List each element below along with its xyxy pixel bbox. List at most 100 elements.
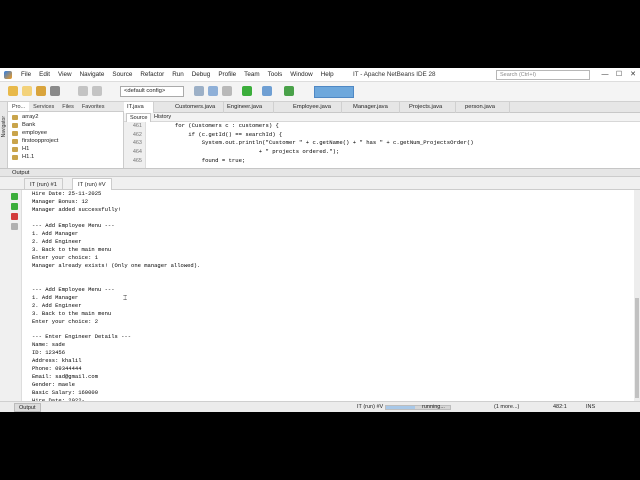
menu-window[interactable]: Window (286, 68, 316, 82)
settings-icon[interactable] (11, 223, 18, 230)
menu-source[interactable]: Source (108, 68, 136, 82)
output-tabs: IT (run) #1 IT (run) #V (0, 177, 640, 190)
new-project-icon[interactable] (8, 86, 18, 96)
tree-item[interactable]: Bank (12, 121, 58, 129)
output-line: 3. Back to the main menu (32, 309, 112, 317)
menu-refactor[interactable]: Refactor (136, 68, 168, 82)
output-line: Manager added successfully! (32, 205, 122, 213)
tab-manager-java[interactable]: Manager.java (350, 102, 400, 113)
navigator-label[interactable]: Navigator (1, 116, 7, 137)
minimize-button[interactable]: — (598, 68, 612, 82)
output-line: Hire Date: 25-11-2025 (32, 190, 102, 197)
scrollbar-thumb[interactable] (635, 298, 639, 398)
output-line: --- Add Employee Menu --- (32, 285, 115, 293)
tab-employee-java[interactable]: Employee.java (290, 102, 342, 113)
tab-it-run-1[interactable]: IT (run) #1 (24, 178, 63, 190)
tab-services[interactable]: Services (29, 102, 58, 111)
output-line: 1. Add Manager (32, 229, 79, 237)
run-icon[interactable] (242, 86, 252, 96)
close-button[interactable]: ✕ (626, 68, 640, 82)
clean-build-icon[interactable] (208, 86, 218, 96)
progress-fill (386, 406, 415, 409)
code-line[interactable]: System.out.println("Customer " + c.getNa… (148, 139, 474, 148)
tab-customers-java[interactable]: Customers.java (172, 102, 224, 113)
menu-view[interactable]: View (54, 68, 76, 82)
build-icon[interactable] (194, 86, 204, 96)
output-line: --- Add Employee Menu --- (32, 221, 115, 229)
stop-icon[interactable] (11, 213, 18, 220)
output-line: --- Enter Engineer Details --- (32, 333, 132, 341)
project-icon (12, 114, 18, 120)
tree-item[interactable]: employee (12, 129, 58, 137)
rerun-different-icon[interactable] (11, 203, 18, 210)
rerun-icon[interactable] (11, 193, 18, 200)
navigator-strip[interactable]: Navigator (0, 102, 8, 168)
config-select[interactable]: <default config> (120, 86, 184, 97)
tab-it-java[interactable]: IT.java (124, 102, 154, 113)
insert-mode: INS (586, 404, 596, 410)
projects-panel: Navigator Pro... Services Files Favorite… (0, 102, 124, 168)
save-all-icon[interactable] (50, 86, 60, 96)
open-project-icon[interactable] (36, 86, 46, 96)
menu-tools[interactable]: Tools (264, 68, 287, 82)
output-status-tab[interactable]: Output (14, 403, 41, 412)
output-line: Manager Bonus: 12 (32, 197, 89, 205)
tab-person-java[interactable]: person.java (462, 102, 510, 113)
tab-projects-java[interactable]: Projects.java (406, 102, 456, 113)
menu-edit[interactable]: Edit (35, 68, 54, 82)
settings-icon[interactable] (222, 86, 232, 96)
output-line: ID: 123456 (32, 349, 66, 357)
projects-panel-tabs: Pro... Services Files Favorites (8, 102, 124, 112)
tree-item[interactable]: H1.1 (12, 153, 58, 161)
source-view-tab[interactable]: Source (126, 113, 152, 122)
new-file-icon[interactable] (22, 86, 32, 96)
tree-item[interactable]: firstoopproject (12, 137, 58, 145)
netbeans-window: File Edit View Navigate Source Refactor … (0, 68, 640, 412)
line-number: 463 (132, 140, 142, 147)
code-line[interactable]: if (c.getId() == searchId) { (148, 131, 474, 140)
undo-icon[interactable] (78, 86, 88, 96)
menu-help[interactable]: Help (317, 68, 338, 82)
code-line[interactable]: found = true; (148, 157, 474, 166)
maximize-button[interactable]: ☐ (612, 68, 626, 82)
project-icon (12, 122, 18, 128)
line-number-gutter: 461 462 463 464 465 (124, 122, 146, 168)
menu-team[interactable]: Team (240, 68, 263, 82)
menu-run[interactable]: Run (168, 68, 188, 82)
tree-item[interactable]: H1 (12, 145, 58, 153)
output-line: Name: sade (32, 341, 66, 349)
output-console[interactable]: Hire Date: 25-11-2025 Manager Bonus: 12 Ma… (22, 190, 634, 401)
code-area[interactable]: for (Customers c : customers) { if (c.ge… (148, 122, 474, 165)
main-toolbar: <default config> (0, 82, 640, 102)
search-input[interactable]: Search (Ctrl+I) (496, 70, 590, 80)
profile-icon[interactable] (284, 86, 294, 96)
output-line: Manager already exists! (Only one manage… (32, 261, 201, 269)
tab-it-run-v[interactable]: IT (run) #V (72, 178, 112, 190)
tab-engineer-java[interactable]: Engineer.java (224, 102, 274, 113)
output-line: Phone: 09344444 (32, 365, 82, 373)
menu-profile[interactable]: Profile (214, 68, 240, 82)
tab-files[interactable]: Files (58, 102, 78, 111)
code-line[interactable]: + " projects ordered."); (148, 148, 474, 157)
history-view-tab[interactable]: History (154, 113, 171, 122)
code-line[interactable]: for (Customers c : customers) { (148, 122, 474, 131)
tab-projects[interactable]: Pro... (8, 102, 30, 111)
menu-file[interactable]: File (17, 68, 35, 82)
redo-icon[interactable] (92, 86, 102, 96)
tab-favorites[interactable]: Favorites (78, 102, 109, 111)
tree-item[interactable]: array2 (12, 113, 58, 121)
menu-debug[interactable]: Debug (188, 68, 215, 82)
menu-navigate[interactable]: Navigate (76, 68, 109, 82)
debug-icon[interactable] (262, 86, 272, 96)
more-tasks-link[interactable]: (1 more...) (494, 402, 519, 412)
output-scrollbar[interactable] (634, 190, 640, 401)
output-line: 2. Add Engineer (32, 237, 82, 245)
project-icon (12, 130, 18, 136)
status-bar: Output IT (run) #V running... (1 more...… (0, 401, 640, 412)
line-number: 465 (132, 157, 142, 164)
memory-indicator[interactable] (314, 86, 354, 98)
menu-bar: File Edit View Navigate Source Refactor … (17, 68, 338, 82)
